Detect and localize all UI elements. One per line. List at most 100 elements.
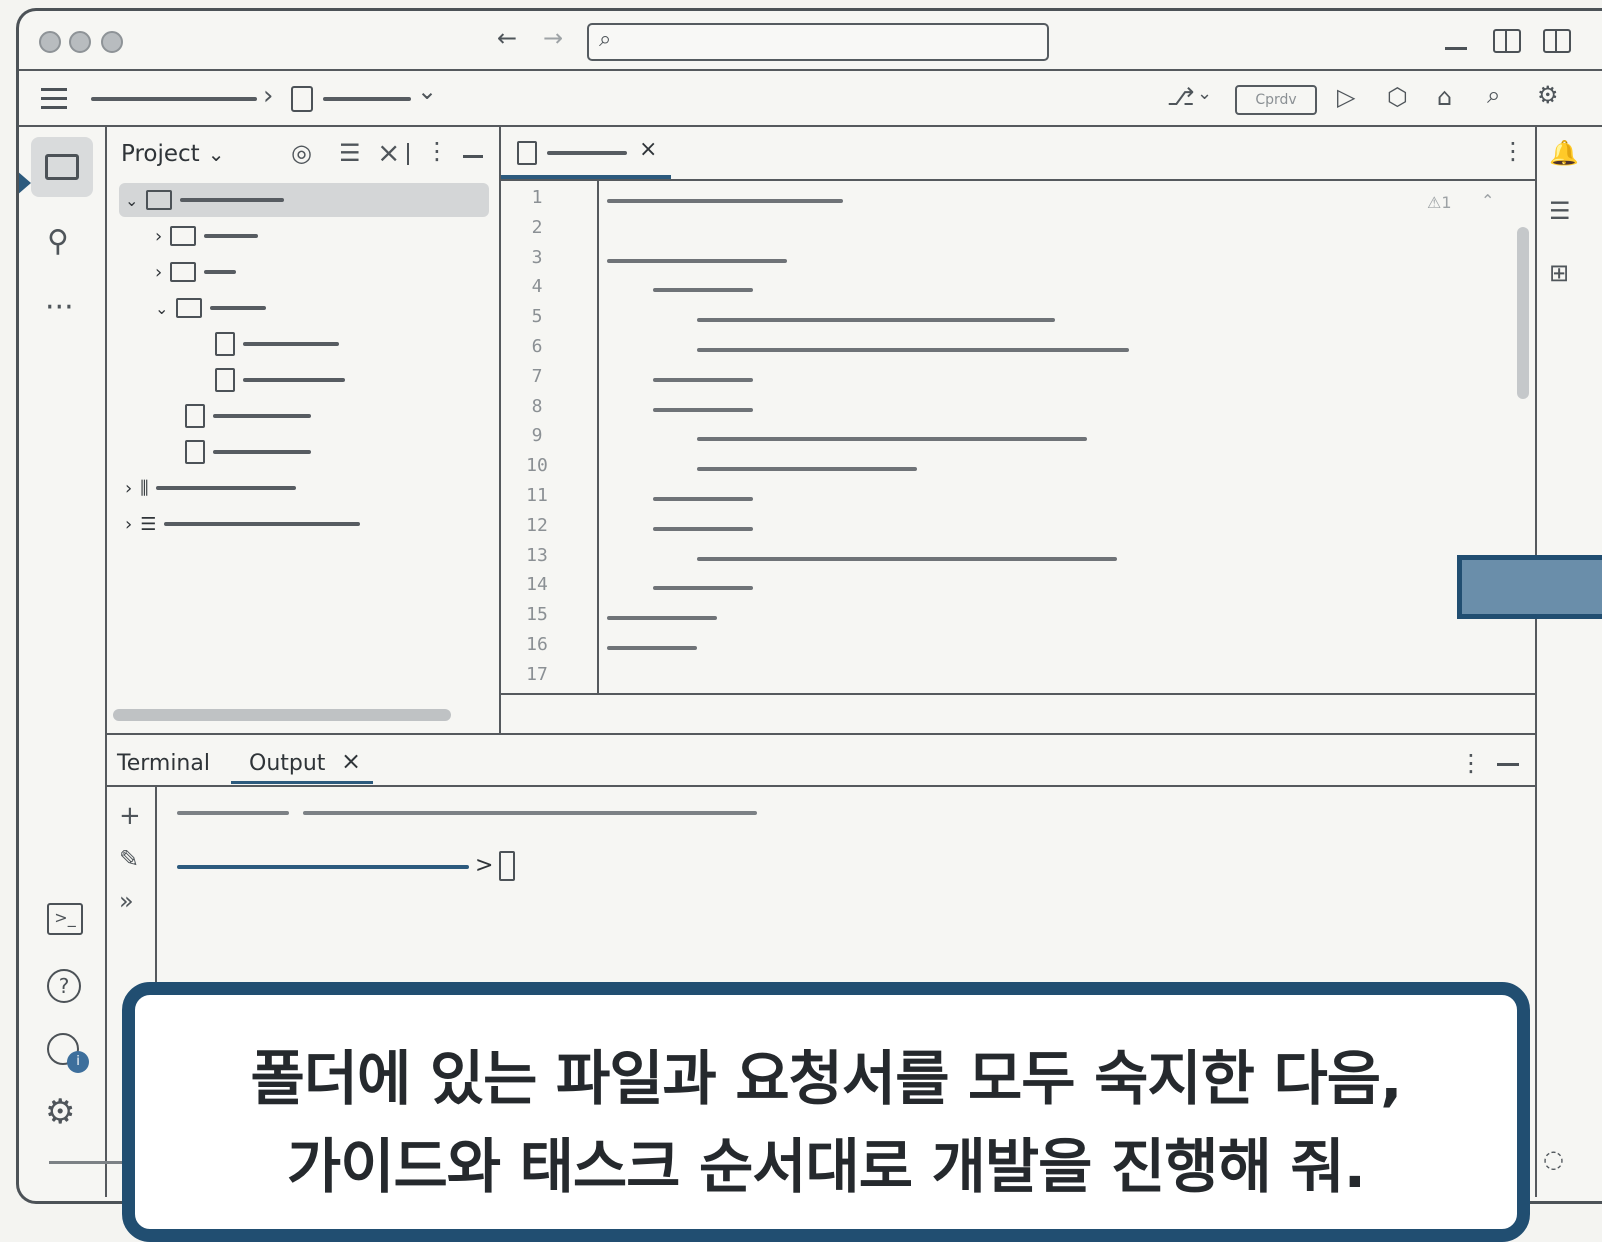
horizontal-scrollbar[interactable] xyxy=(113,709,451,721)
file-icon xyxy=(215,332,235,356)
toolbar: › ⌄ ⎇ ⌄ Cprdv ▷ ⬡ ⌂ ⌕ ⚙ xyxy=(19,71,1602,125)
search-bar[interactable]: ⌕ xyxy=(587,23,1049,61)
search-icon: ⌕ xyxy=(599,27,612,52)
breadcrumb-file[interactable] xyxy=(323,97,411,101)
status-icon[interactable]: ◌ xyxy=(1543,1147,1564,1171)
code-line xyxy=(653,377,753,382)
hide-panel-icon[interactable] xyxy=(1497,763,1519,766)
code-line xyxy=(653,526,753,531)
tab-terminal[interactable]: Terminal xyxy=(117,751,210,776)
close-window-button[interactable] xyxy=(39,31,61,53)
tree-item[interactable]: › xyxy=(155,219,259,253)
line-number: 10 xyxy=(526,455,548,477)
cursor[interactable] xyxy=(499,851,515,881)
notification-badge: i xyxy=(67,1051,89,1073)
status-bar-line xyxy=(49,1161,129,1164)
code-line xyxy=(697,556,1117,561)
tab-output[interactable]: Output xyxy=(249,751,325,776)
code-line xyxy=(607,258,787,263)
tree-item[interactable]: ⌄ xyxy=(155,291,267,325)
folder-icon xyxy=(146,190,173,210)
notifications-bell-icon[interactable]: 🔔 xyxy=(1549,141,1579,165)
title-bar: ← → ⌕ xyxy=(19,11,1602,69)
panel-more-icon[interactable]: ⋮ xyxy=(1459,751,1483,775)
project-panel: Project ⌄ ◎ ☰ × ⋮ ⌄ › › ⌄ › ⫼ › ☰ xyxy=(107,127,499,735)
chevron-down-icon[interactable]: ⌄ xyxy=(208,142,225,166)
close-panel-icon[interactable]: × xyxy=(377,139,400,167)
pin-icon[interactable]: ✎ xyxy=(119,847,139,871)
close-tab-icon[interactable]: × xyxy=(341,747,361,775)
tree-item[interactable]: › xyxy=(155,255,237,289)
code-content[interactable] xyxy=(601,183,1501,693)
file-icon xyxy=(291,86,313,112)
outline-icon[interactable]: ☰ xyxy=(1549,199,1571,223)
terminal-icon[interactable]: >_ xyxy=(47,903,83,935)
help-icon[interactable]: ? xyxy=(47,969,81,1003)
run-icon[interactable]: ▷ xyxy=(1337,85,1355,109)
profile-icon[interactable]: ⌂ xyxy=(1437,85,1452,109)
vcs-branch-icon[interactable]: ⎇ xyxy=(1167,85,1195,109)
database-icon[interactable]: ⊞ xyxy=(1549,261,1569,285)
chevron-down-icon[interactable]: ⌄ xyxy=(1197,85,1212,103)
line-numbers: 1 2 3 4 5 6 7 8 9 10 11 12 13 14 15 16 17 xyxy=(507,187,567,687)
tree-item[interactable]: › ☰ xyxy=(125,507,361,541)
minimize-icon[interactable] xyxy=(1445,47,1467,50)
code-line xyxy=(653,586,753,591)
expand-more-icon[interactable]: » xyxy=(119,889,134,913)
structure-icon[interactable]: ⚲ xyxy=(47,227,69,257)
line-number: 9 xyxy=(531,425,543,447)
code-line xyxy=(607,616,717,621)
settings-gear-icon[interactable]: ⚙ xyxy=(1537,83,1559,107)
folder-icon xyxy=(176,298,203,318)
folder-icon xyxy=(170,226,197,246)
minimize-window-button[interactable] xyxy=(69,31,91,53)
close-tab-icon[interactable]: × xyxy=(639,137,657,162)
project-panel-title[interactable]: Project xyxy=(121,141,200,167)
prompt-path xyxy=(177,865,469,869)
forward-arrow-icon[interactable]: → xyxy=(543,26,563,50)
tree-item[interactable] xyxy=(185,435,311,469)
line-number: 12 xyxy=(526,514,548,536)
hide-panel-icon[interactable] xyxy=(463,155,483,158)
active-tab-underline xyxy=(231,781,373,784)
editor-more-icon[interactable]: ⋮ xyxy=(1501,139,1525,163)
code-line xyxy=(697,348,1129,352)
line-number: 3 xyxy=(531,246,543,268)
bottom-tabs-divider xyxy=(107,785,1535,787)
vertical-scrollbar[interactable] xyxy=(1517,227,1529,399)
project-tool-button[interactable] xyxy=(31,137,93,197)
chevron-down-icon[interactable]: ⌄ xyxy=(417,79,437,103)
file-icon xyxy=(185,404,205,428)
line-number: 4 xyxy=(531,276,543,298)
tree-item[interactable] xyxy=(215,327,339,361)
right-tool-strip: 🔔 ☰ ⊞ xyxy=(1537,127,1602,1197)
search-everywhere-icon[interactable]: ⌕ xyxy=(1487,83,1500,107)
back-arrow-icon[interactable]: ← xyxy=(497,26,517,50)
line-number: 7 xyxy=(531,365,543,387)
maximize-window-button[interactable] xyxy=(101,31,123,53)
line-number: 6 xyxy=(531,336,543,357)
breadcrumb-project[interactable] xyxy=(91,97,257,101)
more-tools-icon[interactable]: ··· xyxy=(45,293,74,323)
file-icon xyxy=(517,141,537,165)
collapse-all-icon[interactable]: ☰ xyxy=(339,141,361,165)
tree-item[interactable] xyxy=(185,399,311,433)
hamburger-icon[interactable] xyxy=(41,88,67,109)
tree-item[interactable] xyxy=(215,363,345,397)
line-number: 16 xyxy=(526,634,548,655)
tree-item[interactable]: › ⫼ xyxy=(125,471,297,505)
settings-icon[interactable]: ⚙ xyxy=(45,1095,75,1129)
add-icon[interactable]: + xyxy=(119,803,141,829)
more-options-icon[interactable]: ⋮ xyxy=(425,139,449,163)
editor-tab[interactable]: × xyxy=(501,127,671,179)
line-number: 8 xyxy=(531,395,543,417)
line-number: 17 xyxy=(526,663,548,685)
split-view-icon[interactable] xyxy=(1493,29,1521,53)
debug-icon[interactable]: ⬡ xyxy=(1387,85,1408,109)
panel-layout-icon[interactable] xyxy=(1543,29,1571,53)
run-config-selector[interactable]: Cprdv xyxy=(1235,85,1317,115)
output-line xyxy=(303,811,757,815)
scratches-icon: ☰ xyxy=(140,513,157,535)
locate-icon[interactable]: ◎ xyxy=(291,141,312,165)
tree-item[interactable]: ⌄ xyxy=(125,183,285,217)
